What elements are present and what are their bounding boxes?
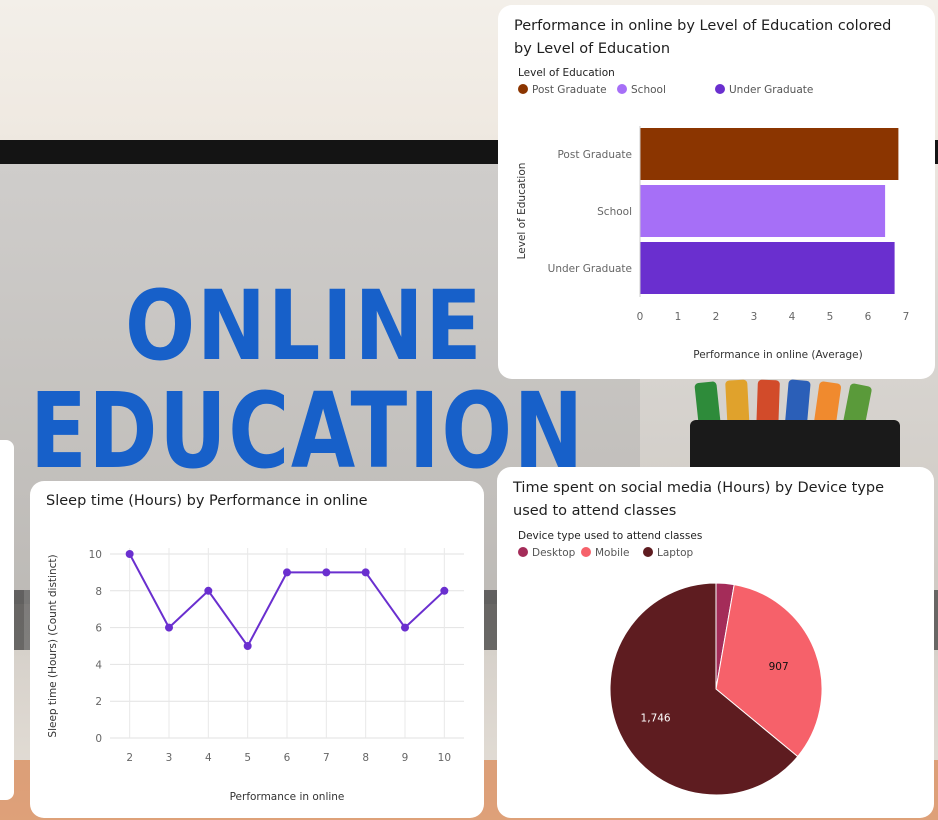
y-tick-label: 4 [95,659,102,671]
x-tick-label: 1 [675,311,682,323]
data-point [283,568,291,577]
bar [640,242,895,294]
y-tick-label: 0 [95,733,102,745]
y-axis-title: Sleep time (Hours) (Count distinct) [47,554,59,737]
data-label: 907 [769,661,789,673]
x-tick-label: 4 [789,311,796,323]
y-tick-label: 2 [95,696,102,708]
y-tick-label: Post Graduate [557,149,632,161]
data-point [125,550,134,558]
x-axis-title: Performance in online [230,791,345,803]
x-tick-label: 5 [827,311,834,323]
x-tick-label: 3 [166,752,173,764]
y-tick-label: 10 [89,549,102,561]
data-point [204,586,213,595]
data-point [165,623,173,632]
social-media-chart-card[interactable]: Time spent on social media (Hours) by De… [497,467,934,818]
x-tick-label: 0 [637,311,644,323]
x-tick-label: 2 [713,311,720,323]
background-card-edge [0,440,14,800]
sleep-chart-card[interactable]: Sleep time (Hours) by Performance in onl… [30,481,484,818]
x-tick-label: 8 [362,752,369,764]
sleep-line-chart: 0 2 4 6 8 10 2 3 4 5 6 7 8 9 10 Performance in online Sl… [47,548,464,803]
education-bar-chart: Post Graduate School Under Graduate 0 1 2 3 4 5 6… [516,126,910,361]
y-tick-label: 8 [95,586,102,598]
x-tick-label: 6 [284,752,291,764]
x-tick-label: 7 [323,752,330,764]
x-tick-label: 3 [751,311,758,323]
data-point [361,568,370,577]
bar [640,128,899,180]
education-chart-card[interactable]: Performance in online by Level of Educat… [498,5,935,379]
x-tick-label: 9 [402,752,409,764]
x-tick-label: 7 [903,311,910,323]
x-axis-title: Performance in online (Average) [693,349,862,361]
y-tick-label: 6 [95,623,102,635]
data-point [401,623,409,632]
x-tick-label: 10 [438,752,451,764]
x-tick-label: 5 [244,752,251,764]
bar [640,185,886,237]
x-tick-label: 6 [865,311,872,323]
y-axis-title: Level of Education [516,163,528,260]
y-tick-label: Under Graduate [548,263,632,275]
social-media-pie-chart: 907 1,746 [609,582,823,796]
x-tick-label: 4 [205,752,212,764]
data-point [440,586,449,595]
data-point [243,642,252,650]
x-tick-label: 2 [126,752,133,764]
data-point [322,568,331,577]
data-label: 1,746 [641,712,671,724]
y-tick-label: School [597,206,632,218]
background-title-line1: ONLINE [125,270,484,382]
